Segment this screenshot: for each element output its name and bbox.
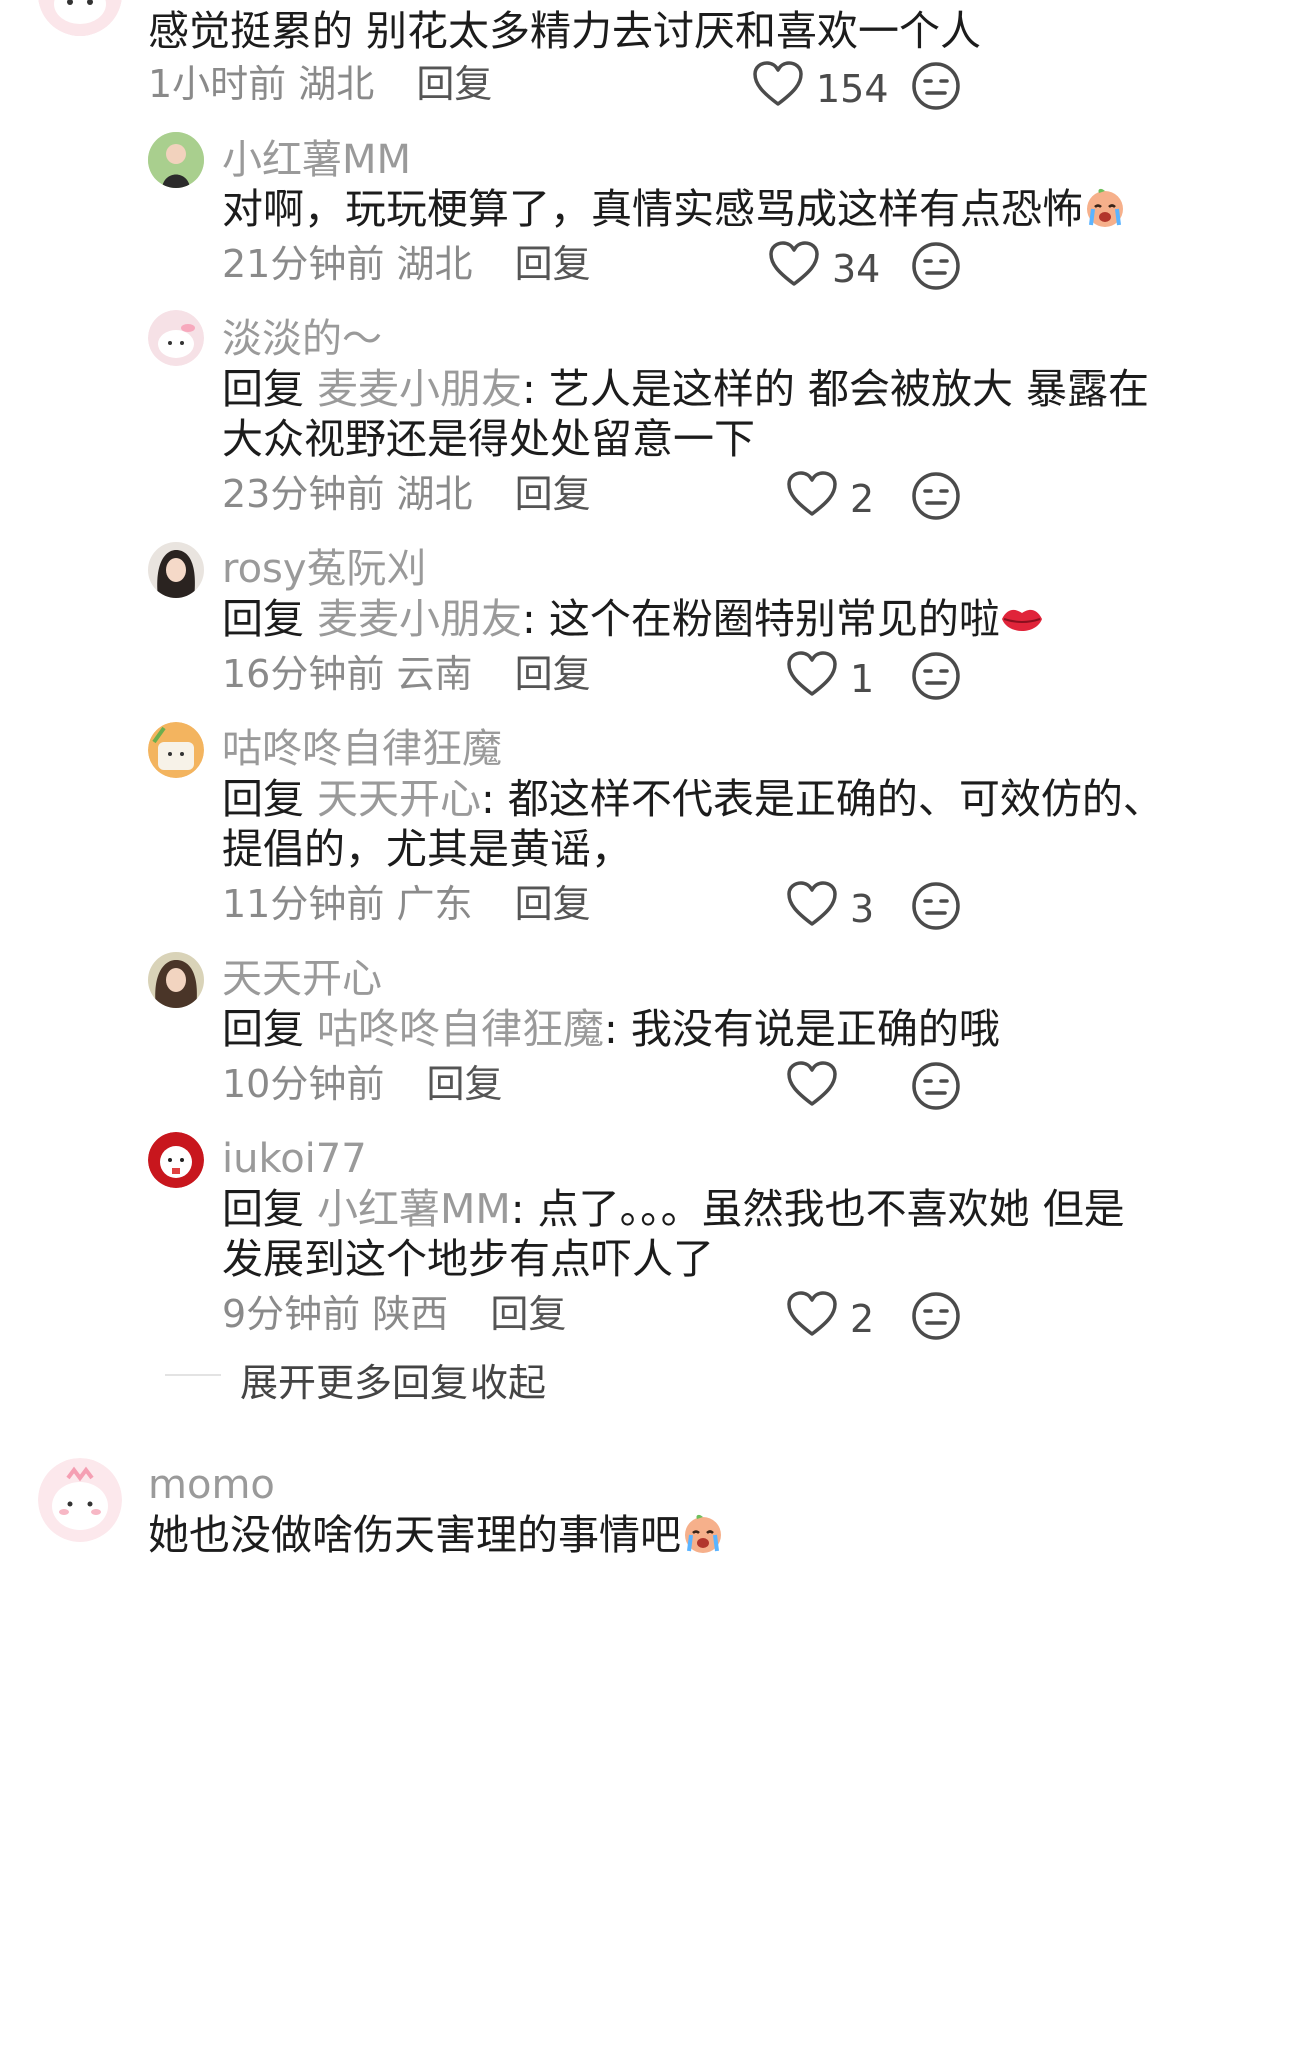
expand-more-replies-button[interactable]: 展开更多回复 — [240, 1352, 468, 1407]
comment-location: 湖北 — [298, 62, 375, 106]
avatar[interactable] — [148, 1132, 204, 1188]
comment-meta: 1小时前 湖北 回复 — [148, 62, 492, 106]
like-count: 154 — [816, 66, 889, 111]
reply-location: 湖北 — [396, 242, 473, 286]
heart-icon — [768, 240, 820, 297]
reply-text: 回复 咕咚咚自律狂魔: 我没有说是正确的哦 — [222, 996, 1000, 1062]
reply-meta: 23分钟前 湖北 回复 — [222, 472, 591, 516]
reply-text: 回复 麦麦小朋友: 这个在粉圈特别常见的啦 — [222, 586, 1044, 658]
dislike-face-icon — [910, 1062, 962, 1116]
dislike-button[interactable] — [910, 470, 962, 526]
reply-button[interactable]: 回复 — [515, 882, 591, 926]
divider — [165, 1374, 221, 1376]
reply-time: 9分钟前 — [222, 1292, 361, 1336]
avatar[interactable] — [148, 952, 204, 1008]
like-button[interactable]: 34 — [768, 240, 880, 297]
dislike-button[interactable] — [910, 240, 962, 296]
avatar[interactable] — [38, 0, 122, 36]
colon: : — [604, 1005, 631, 1053]
like-count: 2 — [850, 476, 875, 521]
reply-to-user[interactable]: 咕咚咚自律狂魔 — [317, 1005, 604, 1053]
crying-face-icon — [681, 1508, 725, 1574]
heart-icon — [786, 1060, 838, 1117]
heart-icon — [786, 650, 838, 707]
comment-text: 她也没做啥伤天害理的事情吧 — [148, 1502, 725, 1574]
dislike-button[interactable] — [910, 60, 962, 116]
reply-button[interactable]: 回复 — [515, 472, 591, 516]
like-button[interactable]: 1 — [786, 650, 874, 707]
dislike-face-icon — [910, 472, 962, 526]
dislike-button[interactable] — [910, 650, 962, 706]
dislike-face-icon — [910, 1292, 962, 1346]
reply-time: 21分钟前 — [222, 242, 385, 286]
crying-face-icon — [1083, 182, 1127, 248]
dislike-button[interactable] — [910, 880, 962, 936]
reply-meta: 11分钟前 广东 回复 — [222, 882, 591, 926]
heart-icon — [786, 880, 838, 937]
reply-button[interactable]: 回复 — [426, 1062, 502, 1106]
reply-location: 广东 — [396, 882, 473, 926]
like-button[interactable]: 2 — [786, 1290, 874, 1347]
like-button[interactable] — [786, 1060, 838, 1117]
comment-text-line: 她也没做啥伤天害理的事情吧 — [148, 1511, 681, 1559]
heart-icon — [786, 1290, 838, 1347]
comment-time: 1小时前 — [148, 62, 287, 106]
comment-text: 感觉挺累的 别花太多精力去讨厌和喜欢一个人 — [148, 7, 982, 55]
reply-text-line: 提倡的，尤其是黄谣， — [222, 825, 632, 873]
reply-location: 云南 — [396, 652, 473, 696]
reply-meta: 10分钟前 回复 — [222, 1062, 502, 1106]
reply-text-line: 这个在粉圈特别常见的啦 — [548, 595, 1000, 643]
like-button[interactable]: 154 — [752, 60, 889, 117]
dislike-face-icon — [910, 652, 962, 706]
like-button[interactable]: 2 — [786, 470, 874, 527]
reply-text-line: 我没有说是正确的哦 — [630, 1005, 1000, 1053]
reply-meta: 16分钟前 云南 回复 — [222, 652, 591, 696]
avatar[interactable] — [38, 1458, 122, 1542]
heart-icon — [786, 470, 838, 527]
reply-to-user[interactable]: 麦麦小朋友 — [317, 595, 522, 643]
reply-location: 陕西 — [372, 1292, 449, 1336]
dislike-face-icon — [910, 242, 962, 296]
reply-meta: 21分钟前 湖北 回复 — [222, 242, 591, 286]
reply-prefix: 回复 — [222, 1005, 304, 1053]
reply-time: 11分钟前 — [222, 882, 385, 926]
like-count: 1 — [850, 656, 875, 701]
avatar[interactable] — [148, 722, 204, 778]
like-button[interactable]: 3 — [786, 880, 874, 937]
dislike-face-icon — [910, 62, 962, 116]
dislike-face-icon — [910, 882, 962, 936]
lips-icon — [1000, 592, 1044, 658]
avatar[interactable] — [148, 310, 204, 366]
reply-text-line: 发展到这个地步有点吓人了 — [222, 1235, 714, 1283]
dislike-button[interactable] — [910, 1290, 962, 1346]
reply-button[interactable]: 回复 — [515, 652, 591, 696]
reply-meta: 9分钟前 陕西 回复 — [222, 1292, 566, 1336]
reply-prefix: 回复 — [222, 595, 304, 643]
avatar[interactable] — [148, 132, 204, 188]
heart-icon — [752, 60, 804, 117]
dislike-button[interactable] — [910, 1060, 962, 1116]
reply-button[interactable]: 回复 — [416, 62, 492, 106]
reply-text: 对啊，玩玩梗算了，真情实感骂成这样有点恐怖 — [222, 176, 1127, 248]
reply-text-line: 对啊，玩玩梗算了，真情实感骂成这样有点恐怖 — [222, 185, 1083, 233]
reply-text-line: 大众视野还是得处处留意一下 — [222, 415, 755, 463]
colon: : — [522, 595, 549, 643]
reply-location: 湖北 — [396, 472, 473, 516]
reply-time: 23分钟前 — [222, 472, 385, 516]
reply-time: 10分钟前 — [222, 1062, 385, 1106]
like-count: 3 — [850, 886, 875, 931]
collapse-button[interactable]: 收起 — [470, 1352, 546, 1407]
reply-button[interactable]: 回复 — [490, 1292, 566, 1336]
avatar[interactable] — [148, 542, 204, 598]
reply-time: 16分钟前 — [222, 652, 385, 696]
like-count: 34 — [832, 246, 881, 291]
like-count: 2 — [850, 1296, 875, 1341]
reply-button[interactable]: 回复 — [515, 242, 591, 286]
